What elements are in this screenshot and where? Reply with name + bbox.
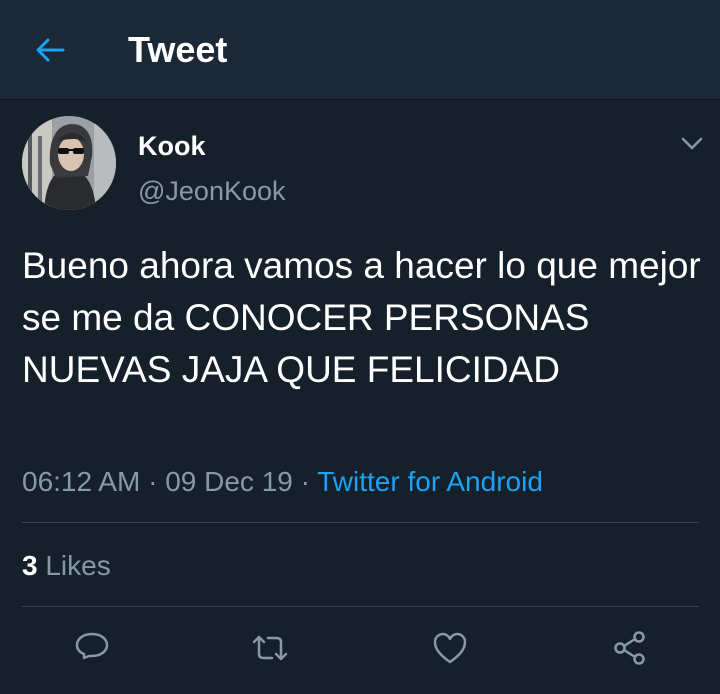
tweet-text: Bueno ahora vamos a hacer lo que mejor s… [22, 245, 701, 390]
divider [22, 522, 699, 523]
likes-label: Likes [37, 550, 111, 581]
tweet-date: 09 Dec 19 [165, 466, 293, 497]
arrow-left-icon [36, 38, 65, 62]
like-button[interactable] [428, 626, 472, 670]
likes-count: 3 [22, 550, 38, 581]
share-icon [614, 631, 645, 665]
author-name[interactable]: Kook [138, 130, 206, 162]
like-icon [433, 632, 467, 664]
author-handle[interactable]: @JeonKook [138, 175, 286, 207]
likes-stat[interactable]: 3 Likes [22, 548, 111, 584]
meta-separator: · [140, 466, 166, 497]
divider [22, 606, 699, 607]
avatar-photo [22, 116, 116, 210]
retweet-button[interactable] [248, 626, 292, 670]
page-title: Tweet [128, 29, 228, 70]
share-button[interactable] [608, 626, 652, 670]
back-button[interactable] [30, 30, 70, 70]
chevron-down-icon [681, 137, 703, 150]
meta-separator: · [292, 466, 318, 497]
avatar[interactable] [22, 116, 116, 210]
tweet-detail: Kook @JeonKook Bueno ahora vamos a hacer… [0, 100, 720, 694]
tweet-source-link[interactable]: Twitter for Android [317, 466, 543, 497]
tweet-metadata: 06:12 AM · 09 Dec 19 · Twitter for Andro… [22, 464, 543, 500]
retweet-icon [252, 635, 288, 661]
tweet-menu-button[interactable] [676, 132, 708, 156]
top-app-bar: Tweet [0, 0, 720, 100]
reply-icon [75, 632, 109, 660]
reply-button[interactable] [70, 626, 114, 670]
tweet-time: 06:12 AM [22, 466, 141, 497]
